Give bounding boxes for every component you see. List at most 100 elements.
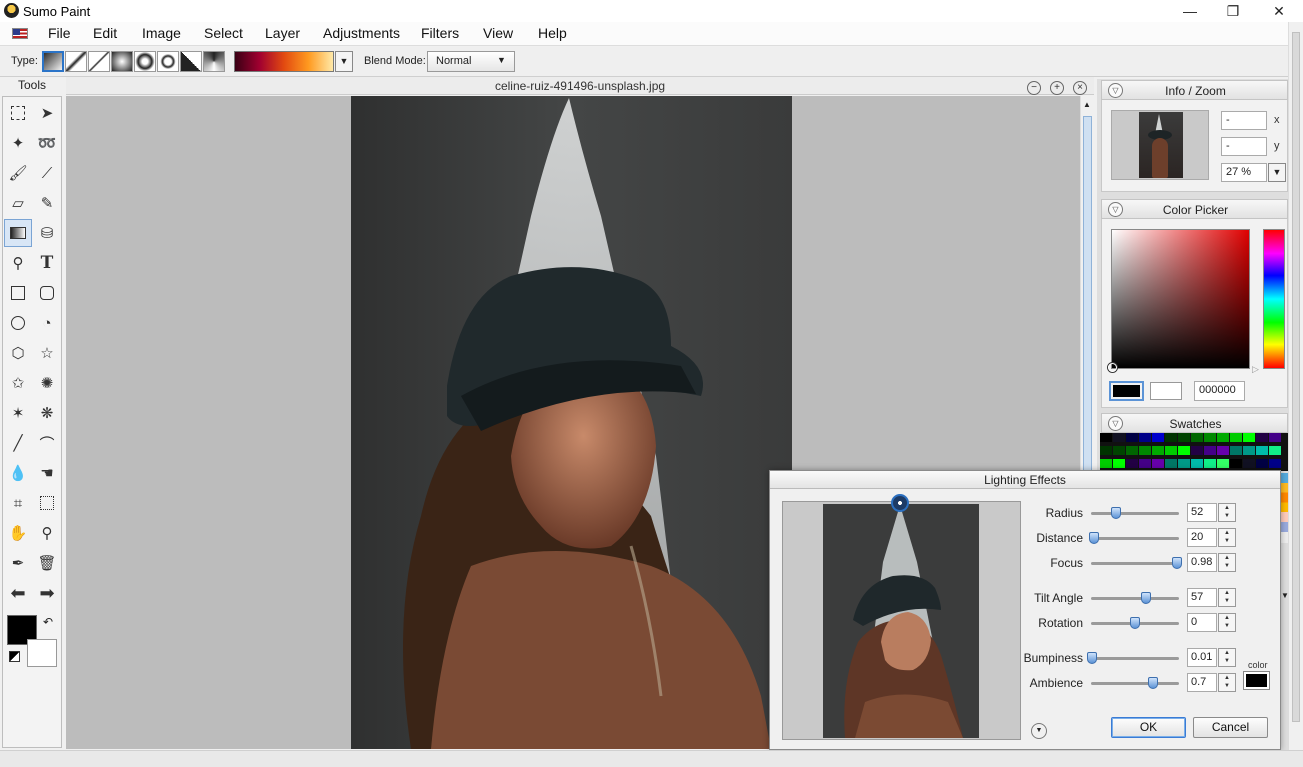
curve-tool[interactable]: ⌒ bbox=[33, 429, 61, 457]
bumpiness-spinner[interactable]: ▲ ▼ bbox=[1218, 648, 1236, 667]
swatch-cell[interactable] bbox=[1139, 433, 1151, 442]
menu-filters[interactable]: Filters bbox=[421, 25, 459, 41]
menu-adjustments[interactable]: Adjustments bbox=[323, 25, 400, 41]
ambience-spinner[interactable]: ▲ ▼ bbox=[1218, 673, 1236, 692]
swatches-header[interactable]: ▽ Swatches bbox=[1101, 413, 1288, 433]
dialog-titlebar[interactable]: Lighting Effects bbox=[770, 471, 1280, 489]
ambience-value-field[interactable]: 0.7 bbox=[1187, 673, 1217, 692]
gradient-type-spiral[interactable] bbox=[203, 51, 225, 72]
swatch-cell[interactable] bbox=[1126, 433, 1138, 442]
zoom-in-button[interactable]: + bbox=[1050, 81, 1064, 95]
swatch-cell[interactable] bbox=[1204, 446, 1216, 455]
menu-edit[interactable]: Edit bbox=[93, 25, 117, 41]
gradient-tool[interactable] bbox=[4, 219, 32, 247]
bumpiness-value-field[interactable]: 0.01 bbox=[1187, 648, 1217, 667]
hand-tool[interactable]: ✋ bbox=[4, 519, 32, 547]
color-picker-cursor[interactable] bbox=[1108, 363, 1117, 372]
swatch-cell[interactable] bbox=[1243, 459, 1255, 468]
ellipse-tool[interactable] bbox=[4, 309, 32, 337]
gradient-dropdown-button[interactable]: ▼ bbox=[335, 51, 353, 72]
fill-tool[interactable]: ⛁ bbox=[33, 219, 61, 247]
zoom-out-button[interactable]: − bbox=[1027, 81, 1041, 95]
distance-value-field[interactable]: 20 bbox=[1187, 528, 1217, 547]
eyedropper-tool[interactable]: ✒ bbox=[4, 549, 32, 577]
panel-scrollbar[interactable] bbox=[1288, 22, 1303, 750]
cancel-button[interactable]: Cancel bbox=[1193, 717, 1268, 738]
hue-marker-icon[interactable]: ▷ bbox=[1252, 364, 1259, 375]
pencil-tool[interactable]: ✎ bbox=[33, 189, 61, 217]
swatch-cell[interactable] bbox=[1217, 459, 1229, 468]
color-picker-header[interactable]: ▽ Color Picker bbox=[1101, 199, 1288, 219]
eraser-tool[interactable]: ▱ bbox=[4, 189, 32, 217]
menu-layer[interactable]: Layer bbox=[265, 25, 300, 41]
swatch-cell[interactable] bbox=[1191, 459, 1203, 468]
swatch-cell[interactable] bbox=[1139, 459, 1151, 468]
gradient-type-square[interactable] bbox=[111, 51, 133, 72]
swatch-cell[interactable] bbox=[1100, 446, 1112, 455]
polygon-tool[interactable]: ⬡ bbox=[4, 339, 32, 367]
gradient-type-linear[interactable] bbox=[42, 51, 64, 72]
light-source-handle[interactable] bbox=[891, 494, 909, 512]
gradient-preview[interactable] bbox=[234, 51, 334, 72]
expand-options-button[interactable]: ▼ bbox=[1031, 723, 1047, 739]
secondary-color-box[interactable] bbox=[1150, 382, 1182, 400]
swatch-cell[interactable] bbox=[1113, 446, 1125, 455]
rectangle-tool[interactable] bbox=[4, 279, 32, 307]
focus-value-field[interactable]: 0.98 bbox=[1187, 553, 1217, 572]
swatch-cell[interactable] bbox=[1269, 446, 1281, 455]
tilt-angle-slider-thumb[interactable] bbox=[1141, 592, 1151, 604]
move-tool[interactable]: ➤ bbox=[33, 99, 61, 127]
undo-tool[interactable]: ⬅ bbox=[4, 579, 32, 607]
info-zoom-header[interactable]: ▽ Info / Zoom bbox=[1101, 80, 1288, 100]
zoom-tool[interactable]: ⚲ bbox=[33, 519, 61, 547]
flower-shape-tool[interactable]: ❋ bbox=[33, 399, 61, 427]
swatch-cell[interactable] bbox=[1178, 446, 1190, 455]
swatch-cell[interactable] bbox=[1256, 459, 1268, 468]
focus-slider-thumb[interactable] bbox=[1172, 557, 1182, 569]
lighting-preview[interactable] bbox=[782, 501, 1021, 740]
lasso-tool[interactable]: ➿ bbox=[33, 129, 61, 157]
swatch-cell[interactable] bbox=[1178, 459, 1190, 468]
tilt-angle-value-field[interactable]: 57 bbox=[1187, 588, 1217, 607]
rotation-slider-thumb[interactable] bbox=[1130, 617, 1140, 629]
bumpiness-slider-thumb[interactable] bbox=[1087, 652, 1097, 664]
swatch-cell[interactable] bbox=[1178, 433, 1190, 442]
swap-colors-icon[interactable]: ↶ bbox=[43, 615, 53, 629]
swatch-cell[interactable] bbox=[1230, 433, 1242, 442]
swatch-cell[interactable] bbox=[1113, 459, 1125, 468]
light-color-swatch[interactable] bbox=[1243, 671, 1270, 690]
brush-tool[interactable]: 🖌 bbox=[4, 159, 32, 187]
maximize-button[interactable]: ❐ bbox=[1210, 0, 1256, 22]
swatch-grid[interactable] bbox=[1100, 433, 1288, 471]
swatch-cell[interactable] bbox=[1126, 459, 1138, 468]
star-tool[interactable]: ☆ bbox=[33, 339, 61, 367]
primary-color-box[interactable] bbox=[1109, 381, 1144, 401]
swatch-cell[interactable] bbox=[1113, 433, 1125, 442]
focus-slider-track[interactable] bbox=[1091, 562, 1179, 565]
distance-slider-thumb[interactable] bbox=[1089, 532, 1099, 544]
default-colors-icon[interactable] bbox=[9, 651, 20, 662]
close-window-button[interactable]: ✕ bbox=[1256, 0, 1302, 22]
swatch-cell[interactable] bbox=[1165, 433, 1177, 442]
language-flag-icon[interactable] bbox=[12, 28, 28, 39]
swatch-cell[interactable] bbox=[1100, 433, 1112, 442]
tilt-angle-spinner[interactable]: ▲ ▼ bbox=[1218, 588, 1236, 607]
gradient-type-diamond[interactable] bbox=[88, 51, 110, 72]
swatch-cell[interactable] bbox=[1165, 459, 1177, 468]
radius-slider-thumb[interactable] bbox=[1111, 507, 1121, 519]
menu-image[interactable]: Image bbox=[142, 25, 181, 41]
swatch-cell[interactable] bbox=[1165, 446, 1177, 455]
blur-tool[interactable]: 💧 bbox=[4, 459, 32, 487]
swatch-cell[interactable] bbox=[1230, 446, 1242, 455]
swatch-cell[interactable] bbox=[1243, 446, 1255, 455]
swatch-cell[interactable] bbox=[1269, 459, 1281, 468]
scroll-up-icon[interactable]: ▲ bbox=[1083, 100, 1091, 109]
gradient-type-radial[interactable] bbox=[134, 51, 156, 72]
navigator-thumbnail[interactable] bbox=[1111, 110, 1209, 180]
transform-tool[interactable] bbox=[33, 489, 61, 517]
crop-tool[interactable]: ⌗ bbox=[4, 489, 32, 517]
menu-file[interactable]: File bbox=[48, 25, 71, 41]
smudge-tool[interactable]: ⟋ bbox=[33, 159, 61, 187]
saturation-value-square[interactable] bbox=[1108, 229, 1250, 372]
distance-slider-track[interactable] bbox=[1091, 537, 1179, 540]
